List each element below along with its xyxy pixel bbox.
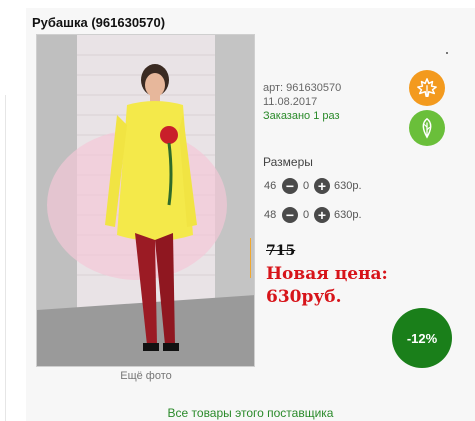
size-price: 630р. xyxy=(334,180,362,192)
left-panel-edge xyxy=(0,95,6,421)
article-number: арт: 961630570 xyxy=(263,82,342,94)
product-card: Рубашка (961630570) Ещё фото арт: 961630… xyxy=(26,8,475,421)
maple-leaf-badge[interactable] xyxy=(409,70,445,106)
product-date: 11.08.2017 xyxy=(263,96,318,108)
product-image xyxy=(37,35,254,366)
ordered-count: Заказано 1 раз xyxy=(263,110,340,122)
size-price: 630р. xyxy=(334,209,362,221)
quantity-value: 0 xyxy=(302,209,310,221)
size-value: 46 xyxy=(264,180,277,192)
separator-dot xyxy=(446,52,448,54)
minus-button[interactable]: − xyxy=(282,207,298,223)
plus-button[interactable]: + xyxy=(314,178,330,194)
divider-line xyxy=(250,238,251,278)
product-meta: арт: 961630570 11.08.2017 Заказано 1 раз xyxy=(263,81,341,123)
size-value: 48 xyxy=(264,209,277,221)
leaf-icon xyxy=(422,117,432,139)
size-row: 46 − 0 + 630р. xyxy=(264,176,362,196)
product-photo[interactable] xyxy=(36,34,255,367)
new-price-value: 630руб. xyxy=(266,287,342,307)
sizes-heading: Размеры xyxy=(263,155,313,169)
plus-button[interactable]: + xyxy=(314,207,330,223)
more-photos-link[interactable]: Ещё фото xyxy=(26,370,266,382)
supplier-products-link[interactable]: Все товары этого поставщика xyxy=(26,406,475,420)
product-title: Рубашка (961630570) xyxy=(32,15,166,30)
discount-badge: -12% xyxy=(392,308,452,368)
size-row: 48 − 0 + 630р. xyxy=(264,205,362,225)
new-price-label: Новая цена: xyxy=(266,264,388,284)
minus-button[interactable]: − xyxy=(282,178,298,194)
old-price: 715 xyxy=(266,243,296,259)
quantity-value: 0 xyxy=(302,180,310,192)
maple-leaf-icon xyxy=(417,78,437,97)
leaf-badge[interactable] xyxy=(409,110,445,146)
